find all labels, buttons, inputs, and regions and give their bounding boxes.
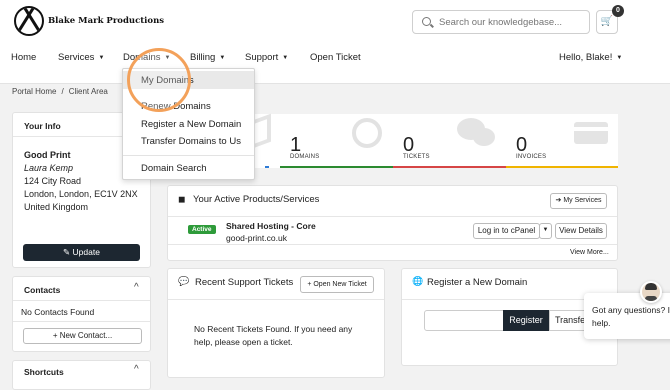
nav-billing-label: Billing <box>190 52 216 63</box>
stat-invoices-bar <box>506 166 618 168</box>
address-country: United Kingdom <box>24 202 89 212</box>
tickets-panel: 💬 Recent Support Tickets + Open New Tick… <box>167 268 385 378</box>
new-contact-button[interactable]: + New Contact... <box>23 328 142 344</box>
stat-tickets-label: TICKETS <box>403 154 430 160</box>
cart-count-badge: 0 <box>612 5 624 17</box>
product-name[interactable]: Shared Hosting - Core <box>226 221 316 231</box>
address-line-1: 124 City Road <box>24 176 82 186</box>
chevron-up-icon[interactable]: ^ <box>134 282 139 293</box>
divider <box>168 216 617 217</box>
stat-tickets-bar <box>393 166 506 168</box>
cube-icon: ◼ <box>178 194 186 204</box>
tickets-empty-line-1: No Recent Tickets Found. If you need any <box>194 324 353 334</box>
menu-divider <box>123 155 254 156</box>
contacts-header[interactable]: Contacts ^ <box>13 277 150 301</box>
credit-card-icon <box>574 122 608 144</box>
my-services-label: My Services <box>563 197 602 204</box>
chevron-down-icon: ▼ <box>282 55 289 61</box>
chat-line-1: Got any questions? I'm <box>592 305 670 315</box>
register-title: Register a New Domain <box>427 277 528 288</box>
view-details-button[interactable]: View Details <box>555 223 607 239</box>
nav-open-ticket[interactable]: Open Ticket <box>310 52 361 63</box>
brand-logo[interactable]: Blake Mark Productions <box>14 6 164 36</box>
contacts-empty-text: No Contacts Found <box>21 307 95 317</box>
contacts-panel: Contacts ^ No Contacts Found + New Conta… <box>12 276 151 352</box>
chevron-down-icon: ▼ <box>542 227 549 233</box>
nav-support-label: Support <box>245 52 279 63</box>
login-cpanel-button[interactable]: Log in to cPanel <box>473 223 540 239</box>
register-button[interactable]: Register <box>503 310 549 331</box>
stat-domains-label: DOMAINS <box>290 154 320 160</box>
menu-item-domain-search[interactable]: Domain Search <box>141 163 206 174</box>
domain-search-input[interactable] <box>424 310 504 331</box>
nav-services-label: Services <box>58 52 95 63</box>
menu-item-register-domain[interactable]: Register a New Domain <box>141 119 241 130</box>
shortcuts-title: Shortcuts <box>24 367 64 377</box>
contact-name: Laura Kemp <box>24 163 74 173</box>
globe-icon: 🌐 <box>412 276 424 286</box>
my-services-button[interactable]: ➔ My Services <box>550 193 607 209</box>
breadcrumb-separator: / <box>61 87 64 96</box>
search-input[interactable] <box>439 14 587 30</box>
contacts-title: Contacts <box>24 285 61 295</box>
pencil-icon: ✎ <box>63 247 73 257</box>
view-more-link[interactable]: View More... <box>570 249 609 256</box>
nav-billing[interactable]: Billing ▼ <box>190 52 225 63</box>
breadcrumb-current: Client Area <box>68 87 108 96</box>
tickets-empty-line-2: help, please open a ticket. <box>194 337 293 347</box>
nav-home[interactable]: Home <box>11 52 36 63</box>
update-button-label: Update <box>72 247 100 257</box>
site-header: Blake Mark Productions 🛒 0 Home Services… <box>0 0 670 84</box>
stat-domains[interactable]: 1 DOMAINS <box>280 114 393 168</box>
cart-icon: 🛒 <box>600 16 614 27</box>
credit-card-stripe <box>574 127 608 131</box>
products-title: Your Active Products/Services <box>193 194 320 205</box>
stat-domains-bar <box>280 166 393 168</box>
products-panel: ◼ Your Active Products/Services ➔ My Ser… <box>167 185 618 261</box>
cpanel-dropdown-toggle[interactable]: ▼ <box>539 223 552 239</box>
product-domain[interactable]: good-print.co.uk <box>226 233 287 243</box>
click-highlight-circle <box>127 48 191 112</box>
brand-name: Blake Mark Productions <box>48 16 165 26</box>
open-new-ticket-button[interactable]: + Open New Ticket <box>300 276 374 293</box>
your-info-details: Good Print Laura Kemp 124 City Road Lond… <box>24 149 138 214</box>
chevron-down-icon: ▼ <box>219 55 226 61</box>
company-name: Good Print <box>24 150 71 160</box>
breadcrumb: Portal Home / Client Area <box>12 87 108 96</box>
breadcrumb-home[interactable]: Portal Home <box>12 87 56 96</box>
shortcuts-panel: Shortcuts ^ <box>12 360 151 390</box>
your-info-title: Your Info <box>24 121 61 131</box>
tickets-empty-text: No Recent Tickets Found. If you need any… <box>194 323 352 349</box>
menu-item-transfer-domains[interactable]: Transfer Domains to Us <box>141 136 241 147</box>
status-badge: Active <box>188 225 216 234</box>
globe-icon <box>352 118 382 148</box>
chat-agent-avatar[interactable] <box>640 281 662 303</box>
chevron-up-icon[interactable]: ^ <box>134 364 139 375</box>
tickets-title: Recent Support Tickets <box>195 277 294 288</box>
update-button[interactable]: ✎ Update <box>23 244 140 261</box>
chevron-down-icon: ▼ <box>98 55 105 61</box>
stat-invoices[interactable]: 0 INVOICES <box>506 114 618 168</box>
stat-bar <box>265 166 269 168</box>
nav-support[interactable]: Support ▼ <box>245 52 288 63</box>
stat-tickets[interactable]: 0 TICKETS <box>393 114 506 168</box>
address-line-2: London, London, EC1V 2NX <box>24 189 138 199</box>
nav-services[interactable]: Services ▼ <box>58 52 104 63</box>
nav-user-menu[interactable]: Hello, Blake! ▼ <box>559 52 622 63</box>
divider <box>168 299 384 300</box>
divider <box>168 244 617 245</box>
search-icon <box>422 17 431 26</box>
chat-line-2: help. <box>592 318 611 328</box>
comments-icon: 💬 <box>178 276 190 286</box>
divider <box>13 321 150 322</box>
search-box[interactable] <box>412 10 590 34</box>
logo-icon <box>14 6 44 36</box>
stat-invoices-label: INVOICES <box>516 154 547 160</box>
chat-bubble-secondary <box>473 128 495 146</box>
chevron-down-icon: ▼ <box>616 55 623 61</box>
user-greeting: Hello, Blake! <box>559 52 613 63</box>
